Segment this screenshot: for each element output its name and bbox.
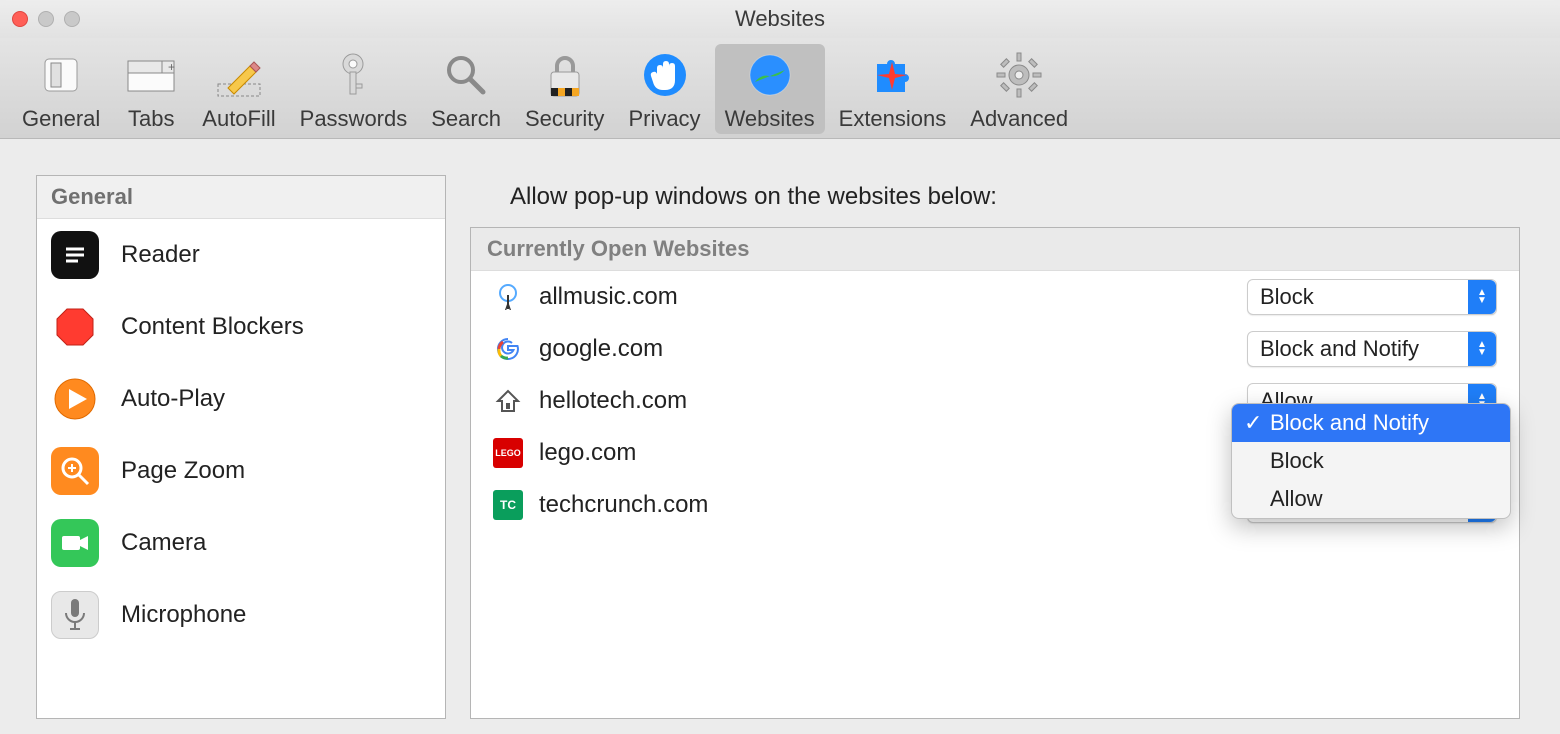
tab-label: Advanced (970, 106, 1068, 132)
section-heading: Currently Open Websites (471, 228, 1519, 271)
site-domain: allmusic.com (539, 283, 1247, 311)
svg-text:+: + (168, 60, 175, 74)
tab-label: Security (525, 106, 604, 132)
sidebar-item-label: Page Zoom (121, 457, 245, 485)
tab-label: Passwords (300, 106, 408, 132)
tab-passwords[interactable]: Passwords (290, 44, 418, 134)
site-favicon: LEGO (493, 438, 523, 468)
window-controls (12, 11, 80, 27)
camera-icon (51, 519, 99, 567)
titlebar: Websites (0, 0, 1560, 38)
minimize-button[interactable] (38, 11, 54, 27)
site-row[interactable]: LEGO lego.com Block and Notify ▲▼ Block … (471, 427, 1519, 479)
tab-label: Extensions (839, 106, 947, 132)
main-panel: Allow pop-up windows on the websites bel… (470, 175, 1536, 719)
site-favicon (493, 334, 523, 364)
sidebar-item-auto-play[interactable]: Auto-Play (37, 363, 445, 435)
site-domain: google.com (539, 335, 1247, 363)
dropdown-option-allow[interactable]: Allow (1232, 480, 1510, 518)
pencil-icon (212, 48, 266, 102)
sidebar-item-label: Auto-Play (121, 385, 225, 413)
microphone-icon (51, 591, 99, 639)
tab-search[interactable]: Search (421, 44, 511, 134)
stepper-arrows-icon: ▲▼ (1468, 280, 1496, 314)
sidebar-heading: General (37, 176, 445, 219)
zoom-button[interactable] (64, 11, 80, 27)
site-favicon: A (493, 282, 523, 312)
site-row[interactable]: A allmusic.com Block ▲▼ (471, 271, 1519, 323)
tab-label: AutoFill (202, 106, 275, 132)
content-area: General Reader Content Blockers Auto-Pla… (0, 139, 1560, 719)
stepper-arrows-icon: ▲▼ (1468, 332, 1496, 366)
sidebar-item-label: Reader (121, 241, 200, 269)
magnifier-icon (439, 48, 493, 102)
select-value: Block (1260, 284, 1314, 310)
tab-general[interactable]: General (12, 44, 110, 134)
site-favicon: TC (493, 490, 523, 520)
sidebar-item-label: Camera (121, 529, 206, 557)
tab-advanced[interactable]: Advanced (960, 44, 1078, 134)
tab-security[interactable]: Security (515, 44, 614, 134)
play-icon (51, 375, 99, 423)
tabs-icon: + (124, 48, 178, 102)
switch-icon (34, 48, 88, 102)
popup-permission-select[interactable]: Block and Notify ▲▼ (1247, 331, 1497, 367)
tab-tabs[interactable]: + Tabs (114, 44, 188, 134)
sidebar-item-page-zoom[interactable]: Page Zoom (37, 435, 445, 507)
puzzle-icon (865, 48, 919, 102)
site-favicon (493, 386, 523, 416)
tab-autofill[interactable]: AutoFill (192, 44, 285, 134)
permission-dropdown: Block and Notify Block Allow (1231, 403, 1511, 519)
gear-icon (992, 48, 1046, 102)
sidebar-item-microphone[interactable]: Microphone (37, 579, 445, 651)
tab-label: General (22, 106, 100, 132)
stop-icon (51, 303, 99, 351)
hand-icon (638, 48, 692, 102)
tab-label: Websites (725, 106, 815, 132)
tab-extensions[interactable]: Extensions (829, 44, 957, 134)
sidebar-item-label: Content Blockers (121, 313, 304, 341)
tab-label: Search (431, 106, 501, 132)
sidebar-item-content-blockers[interactable]: Content Blockers (37, 291, 445, 363)
site-domain: techcrunch.com (539, 491, 1247, 519)
tab-privacy[interactable]: Privacy (618, 44, 710, 134)
select-value: Block and Notify (1260, 336, 1419, 362)
main-heading: Allow pop-up windows on the websites bel… (470, 175, 1536, 227)
preferences-toolbar: General + Tabs AutoFill Passwords Search… (0, 38, 1560, 139)
site-row[interactable]: google.com Block and Notify ▲▼ (471, 323, 1519, 375)
svg-text:A: A (505, 302, 512, 311)
zoom-icon (51, 447, 99, 495)
dropdown-option-block-and-notify[interactable]: Block and Notify (1232, 404, 1510, 442)
sidebar-item-reader[interactable]: Reader (37, 219, 445, 291)
sidebar-item-label: Microphone (121, 601, 246, 629)
site-domain: lego.com (539, 439, 1247, 467)
tab-label: Privacy (628, 106, 700, 132)
reader-icon (51, 231, 99, 279)
key-icon (326, 48, 380, 102)
popup-permission-select[interactable]: Block ▲▼ (1247, 279, 1497, 315)
globe-icon (743, 48, 797, 102)
window-title: Websites (0, 6, 1560, 32)
lock-icon (538, 48, 592, 102)
site-domain: hellotech.com (539, 387, 1247, 415)
dropdown-option-block[interactable]: Block (1232, 442, 1510, 480)
websites-panel: Currently Open Websites A allmusic.com B… (470, 227, 1520, 719)
tab-websites[interactable]: Websites (715, 44, 825, 134)
close-button[interactable] (12, 11, 28, 27)
settings-sidebar: General Reader Content Blockers Auto-Pla… (36, 175, 446, 719)
sidebar-item-camera[interactable]: Camera (37, 507, 445, 579)
tab-label: Tabs (128, 106, 174, 132)
